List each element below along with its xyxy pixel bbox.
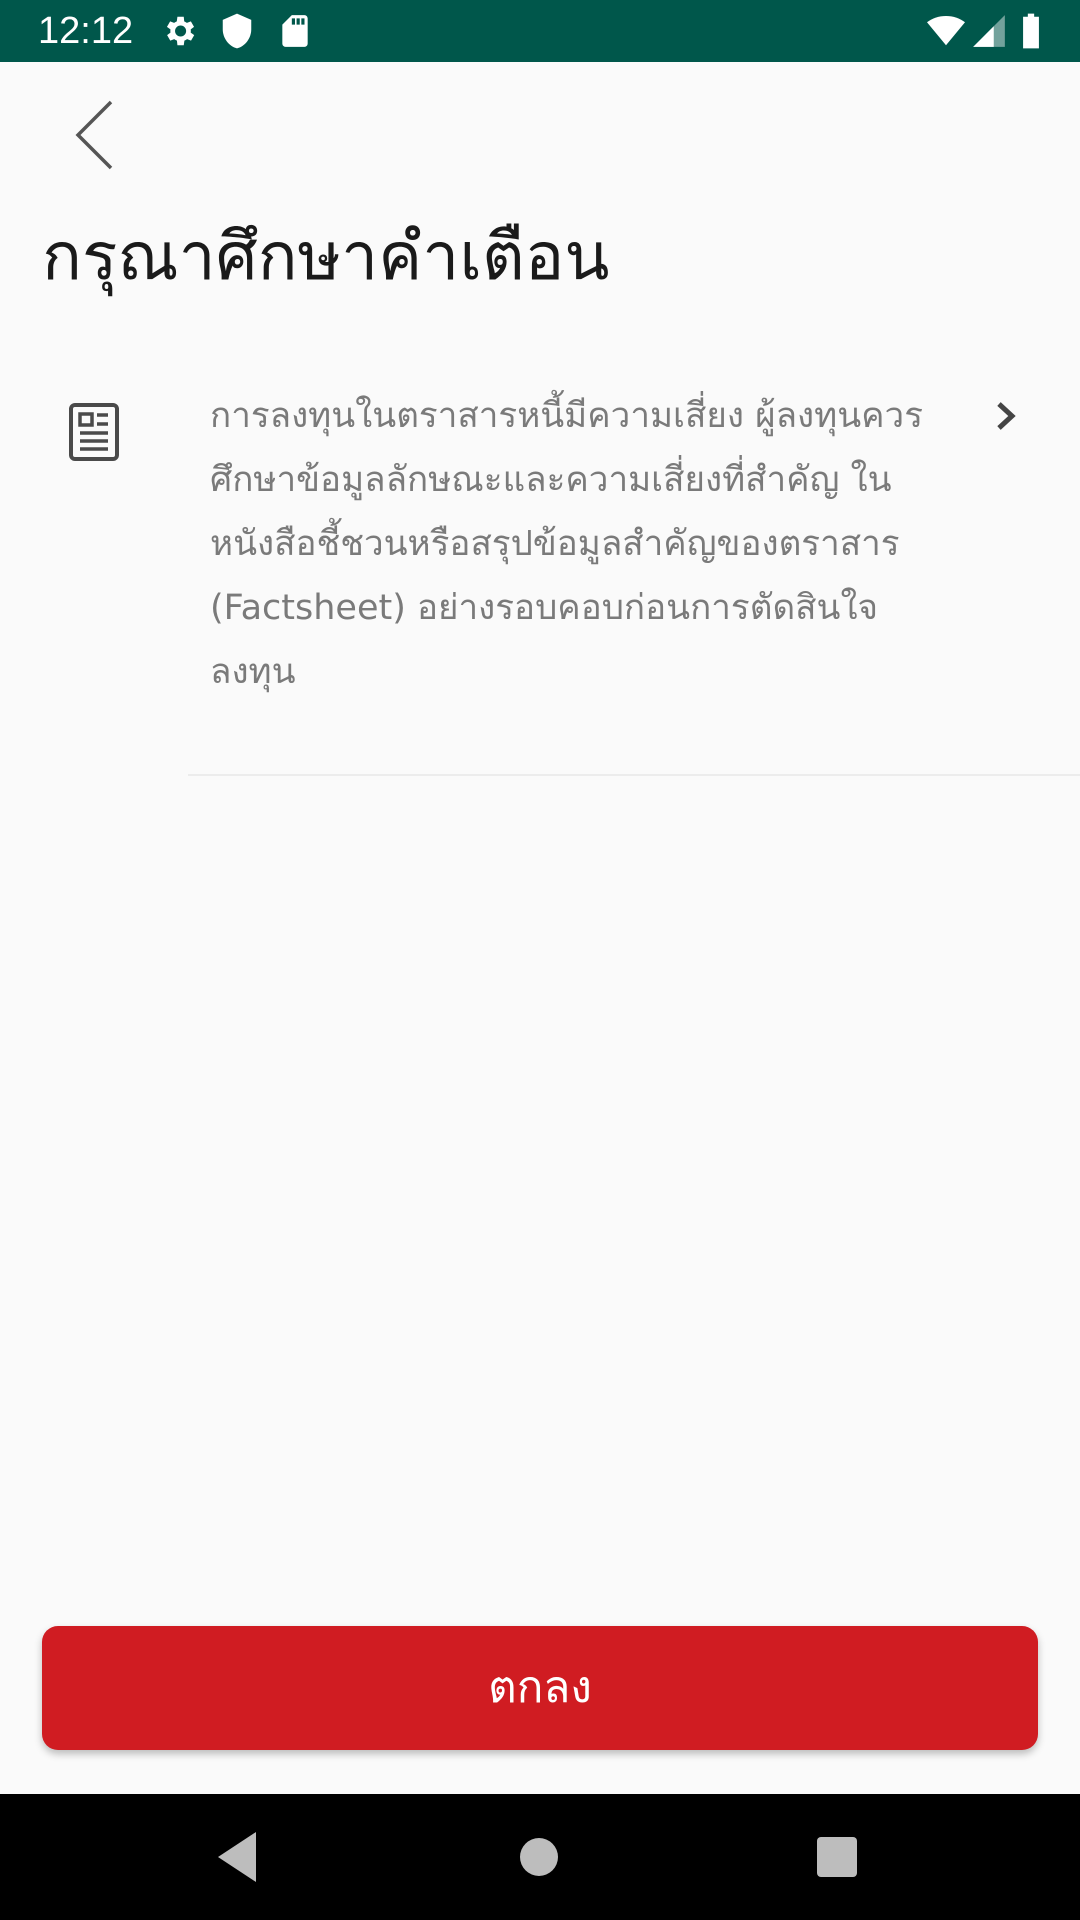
- sd-card-icon: [282, 15, 308, 47]
- wifi-icon: [927, 15, 965, 46]
- page-title: กรุณาศึกษาคำเตือน: [42, 218, 610, 295]
- status-time: 12:12: [38, 10, 134, 52]
- gear-icon: [166, 16, 195, 46]
- screen: 12:12 กรุณาศึกษาคำเตือน การลงทุนในตราสาร…: [0, 0, 1080, 1920]
- document-icon: [69, 403, 119, 461]
- warning-list-item[interactable]: การลงทุนในตราสารหนี้มีความเสี่ยง ผู้ลงทุ…: [0, 370, 1080, 775]
- back-button[interactable]: [56, 90, 136, 180]
- battery-icon: [1023, 13, 1039, 49]
- chevron-right-icon: [997, 402, 1016, 430]
- shield-icon: [222, 13, 252, 49]
- chevron-left-icon: [75, 100, 113, 170]
- warning-text: การลงทุนในตราสารหนี้มีความเสี่ยง ผู้ลงทุ…: [210, 396, 924, 692]
- back-triangle-icon[interactable]: [204, 1824, 270, 1890]
- status-bar: 12:12: [0, 0, 1080, 62]
- divider: [188, 774, 1080, 776]
- home-circle-icon[interactable]: [506, 1824, 572, 1890]
- confirm-button[interactable]: ตกลง: [42, 1626, 1038, 1750]
- cellular-signal-icon: [973, 15, 1005, 47]
- recents-square-icon[interactable]: [804, 1824, 870, 1890]
- system-nav-bar: [0, 1794, 1080, 1920]
